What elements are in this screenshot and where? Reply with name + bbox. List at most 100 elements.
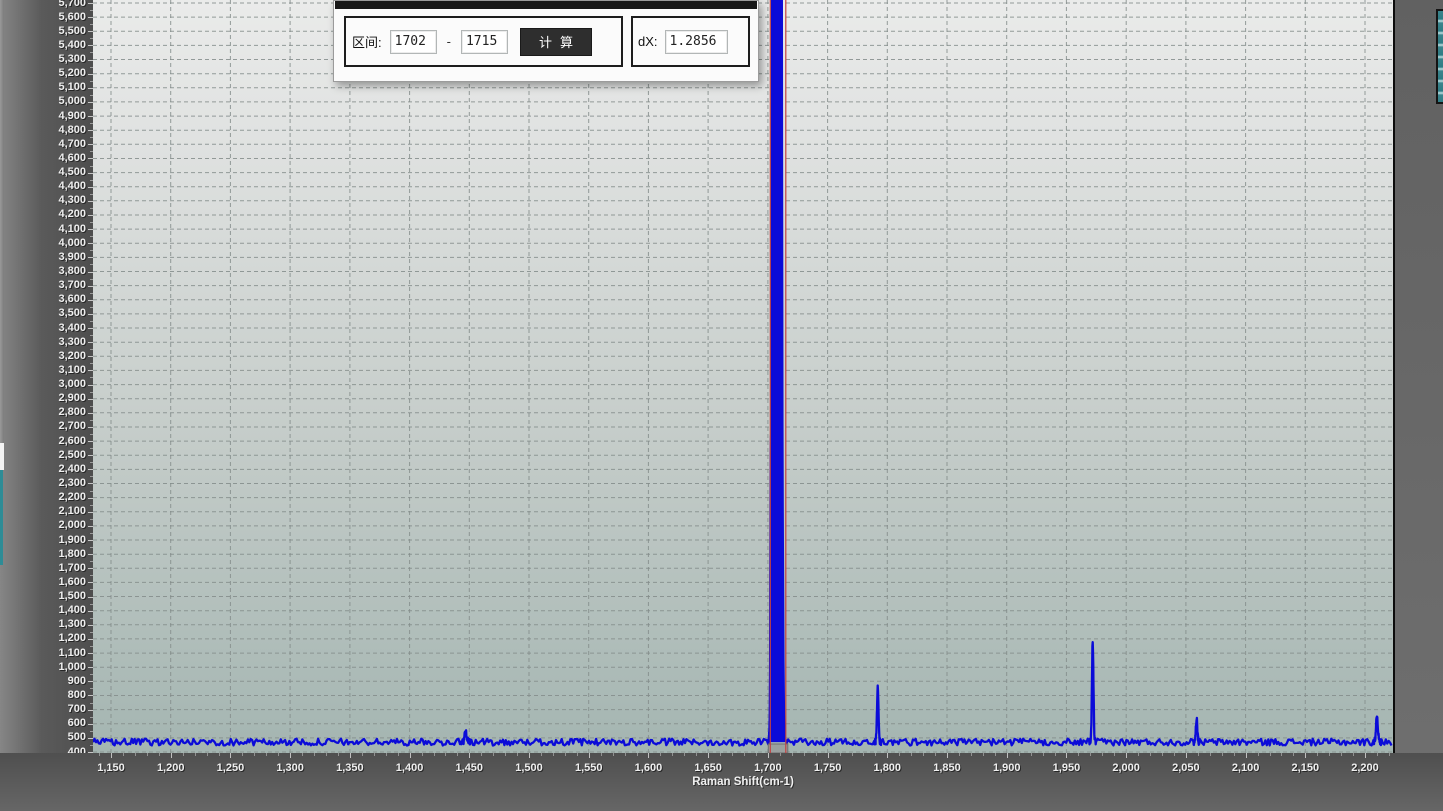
y-minor-tick	[90, 476, 93, 477]
y-minor-tick	[90, 208, 93, 209]
x-tick-label: 2,050	[1156, 762, 1216, 774]
y-tick-label: 4,800	[58, 124, 86, 137]
x-tick-label: 1,950	[1036, 762, 1096, 774]
y-tick-label: 3,300	[58, 336, 86, 349]
y-minor-tick	[90, 194, 93, 195]
y-minor-tick	[90, 434, 93, 435]
x-tick-label: 2,150	[1275, 762, 1335, 774]
x-minor-tick	[445, 753, 446, 756]
y-minor-tick	[90, 448, 93, 449]
x-minor-tick	[840, 753, 841, 756]
y-tick-mark	[88, 498, 93, 499]
y-minor-tick	[90, 67, 93, 68]
y-tick-mark	[88, 173, 93, 174]
x-minor-tick	[899, 753, 900, 756]
y-tick-label: 3,100	[58, 364, 86, 377]
y-tick-label: 1,200	[58, 632, 86, 645]
x-minor-tick	[457, 753, 458, 756]
y-tick-label: 2,100	[58, 505, 86, 518]
x-minor-tick	[207, 753, 208, 756]
x-minor-tick	[398, 753, 399, 756]
y-tick-mark	[88, 455, 93, 456]
x-minor-tick	[983, 753, 984, 756]
x-tick-mark	[350, 753, 351, 758]
y-minor-tick	[90, 674, 93, 675]
y-tick-label: 5,600	[58, 11, 86, 24]
y-minor-tick	[90, 52, 93, 53]
range-from-input[interactable]	[390, 30, 437, 54]
x-tick-label: 1,600	[618, 762, 678, 774]
y-minor-tick	[90, 561, 93, 562]
right-edge-thumbnail[interactable]	[1436, 9, 1443, 104]
x-minor-tick	[1090, 753, 1091, 756]
y-minor-tick	[90, 38, 93, 39]
x-tick-label: 1,850	[917, 762, 977, 774]
x-axis-panel: Raman Shift(cm-1) 1,1501,2001,2501,3001,…	[0, 753, 1443, 811]
y-tick-label: 5,000	[58, 95, 86, 108]
x-minor-tick	[505, 753, 506, 756]
y-tick-mark	[88, 427, 93, 428]
y-tick-label: 1,700	[58, 562, 86, 575]
y-minor-tick	[90, 618, 93, 619]
y-tick-mark	[88, 74, 93, 75]
x-minor-tick	[517, 753, 518, 756]
x-tick-label: 1,900	[977, 762, 1037, 774]
dx-value-field[interactable]	[665, 30, 728, 54]
y-minor-tick	[90, 137, 93, 138]
x-tick-label: 1,700	[738, 762, 798, 774]
x-minor-tick	[732, 753, 733, 756]
y-tick-label: 2,400	[58, 463, 86, 476]
x-tick-label: 1,550	[559, 762, 619, 774]
x-tick-mark	[768, 753, 769, 758]
calculate-button[interactable]: 计算	[520, 28, 592, 56]
x-minor-tick	[254, 753, 255, 756]
x-tick-mark	[111, 753, 112, 758]
y-tick-mark	[88, 554, 93, 555]
y-tick-label: 1,100	[58, 647, 86, 660]
x-minor-tick	[422, 753, 423, 756]
range-to-input[interactable]	[461, 30, 508, 54]
y-minor-tick	[90, 589, 93, 590]
y-minor-tick	[90, 10, 93, 11]
spectrum-canvas[interactable]	[93, 0, 1393, 753]
x-minor-tick	[1222, 753, 1223, 756]
y-minor-tick	[90, 703, 93, 704]
x-minor-tick	[684, 753, 685, 756]
y-tick-label: 1,800	[58, 548, 86, 561]
y-minor-tick	[90, 123, 93, 124]
x-minor-tick	[99, 753, 100, 756]
y-tick-mark	[88, 116, 93, 117]
x-tick-label: 1,250	[200, 762, 260, 774]
x-minor-tick	[1043, 753, 1044, 756]
y-minor-tick	[90, 250, 93, 251]
measure-dialog[interactable]: 区间: - 计算 dX:	[333, 0, 759, 82]
x-tick-mark	[290, 753, 291, 758]
y-tick-label: 1,300	[58, 618, 86, 631]
y-tick-mark	[88, 441, 93, 442]
spectrum-plot-area[interactable]	[93, 0, 1395, 755]
dialog-titlebar[interactable]	[335, 1, 757, 9]
y-minor-tick	[90, 646, 93, 647]
x-minor-tick	[1293, 753, 1294, 756]
y-tick-label: 1,600	[58, 576, 86, 589]
y-tick-label: 5,300	[58, 53, 86, 66]
y-tick-label: 2,000	[58, 519, 86, 532]
x-tick-mark	[947, 753, 948, 758]
x-minor-tick	[792, 753, 793, 756]
x-minor-tick	[744, 753, 745, 756]
x-tick-label: 1,400	[380, 762, 440, 774]
marker-range-handle[interactable]	[768, 744, 788, 753]
x-minor-tick	[1377, 753, 1378, 756]
y-tick-label: 4,600	[58, 152, 86, 165]
y-minor-tick	[90, 688, 93, 689]
x-minor-tick	[1210, 753, 1211, 756]
y-minor-tick	[90, 81, 93, 82]
y-tick-mark	[88, 328, 93, 329]
y-tick-mark	[88, 738, 93, 739]
y-minor-tick	[90, 293, 93, 294]
x-minor-tick	[314, 753, 315, 756]
y-tick-mark	[88, 639, 93, 640]
x-tick-label: 1,800	[857, 762, 917, 774]
x-tick-label: 2,200	[1335, 762, 1395, 774]
x-minor-tick	[1198, 753, 1199, 756]
